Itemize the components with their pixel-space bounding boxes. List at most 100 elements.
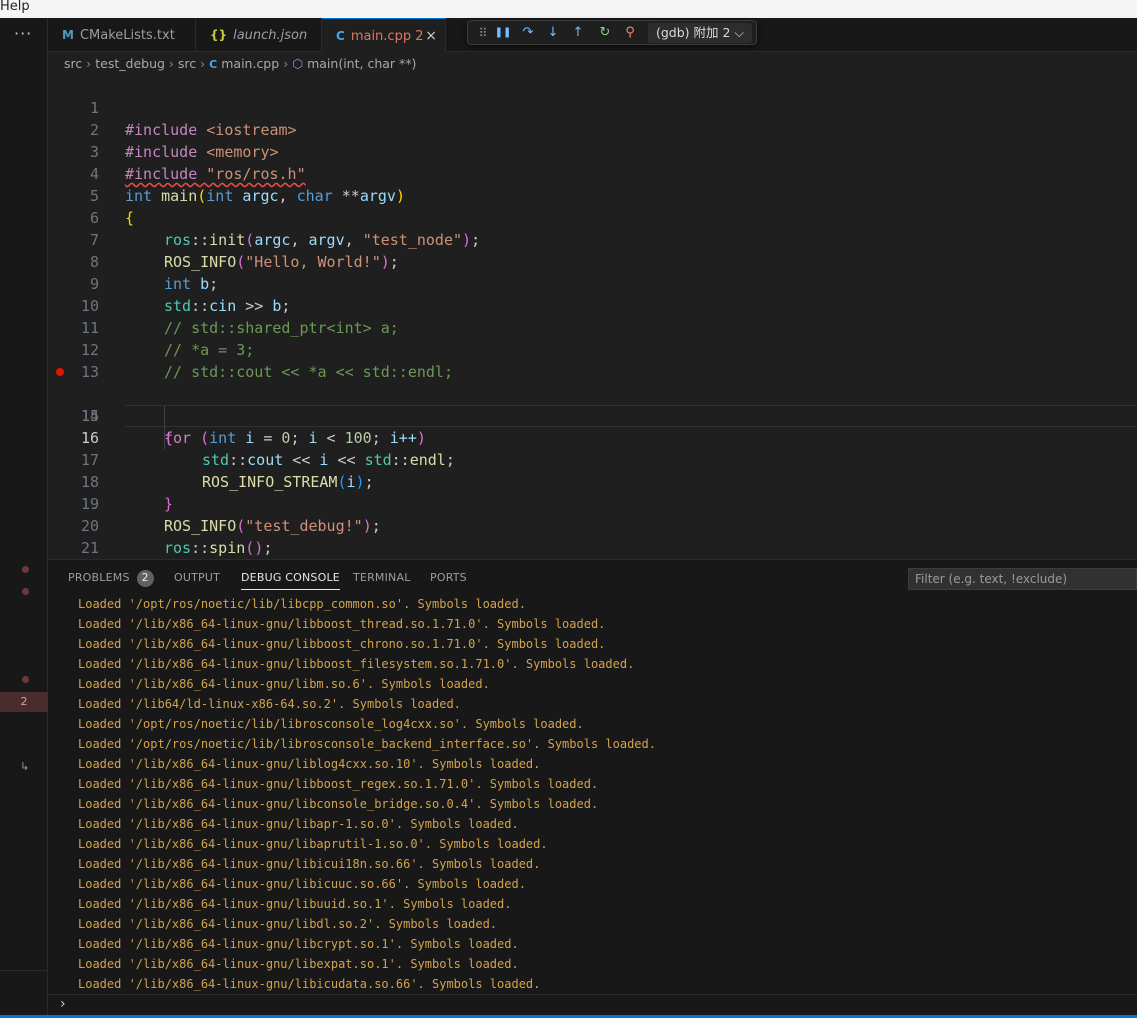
code-line: 14 for (int i = 0; i < 100; i++) <box>48 361 1137 447</box>
console-line: Loaded '/lib/x86_64-linux-gnu/libaprutil… <box>78 837 548 851</box>
console-line: Loaded '/lib/x86_64-linux-gnu/libicudata… <box>78 977 541 991</box>
breadcrumb-file[interactable]: main.cpp <box>221 56 279 71</box>
breakpoint-dot-icon[interactable] <box>56 368 64 376</box>
cmake-file-icon: M <box>62 28 74 42</box>
menu-bar: Help <box>0 0 1137 18</box>
code-line: 21 } <box>48 515 1137 579</box>
code-line: 11 // *a = 3; <box>48 295 1137 359</box>
tab-debug-console[interactable]: DEBUG CONSOLE <box>241 560 340 590</box>
symbol-method-icon: ⬡ <box>292 56 304 71</box>
tab-terminal[interactable]: TERMINAL <box>353 560 411 596</box>
console-line: Loaded '/lib/x86_64-linux-gnu/libicuuc.s… <box>78 877 526 891</box>
tab-ports[interactable]: PORTS <box>430 560 467 596</box>
code-line: 18 } <box>48 449 1137 513</box>
return-arrow-icon: ↳ <box>20 760 30 773</box>
code-line: 7 ROS_INFO("Hello, World!"); <box>48 207 1137 271</box>
chevron-right-icon: › <box>60 996 66 1012</box>
code-line: 16 std::cout << i << std::endl; <box>48 405 1137 469</box>
breadcrumb: src › test_debug › src › C main.cpp › ⬡ main(int… <box>48 53 1137 75</box>
console-line: Loaded '/lib/x86_64-linux-gnu/libexpat.s… <box>78 957 519 971</box>
line-number: 21 <box>80 539 99 557</box>
code-line: 20 ros::spin(); <box>48 493 1137 557</box>
debug-console-input[interactable]: › <box>48 994 1137 1016</box>
console-line: Loaded '/lib/x86_64-linux-gnu/liblog4cxx… <box>78 757 541 771</box>
token: :: <box>191 539 210 557</box>
sidebar-divider <box>0 970 48 971</box>
debug-toolbar: ⠿ ❚❚ ↷ ↓ ↑ ↻ ⚲ (gdb) 附加 2 ⌵ <box>467 20 757 45</box>
tab-problems[interactable]: PROBLEMS 2 <box>68 560 154 596</box>
tab-label: main.cpp 2 <box>350 29 424 44</box>
more-actions-icon[interactable]: ··· <box>14 24 32 43</box>
token: ) <box>254 539 264 557</box>
code-line: 5 { <box>48 163 1137 227</box>
code-line: 3 #include "ros/ros.h" <box>48 119 1137 183</box>
token: ; <box>263 539 273 557</box>
tab-launch-json[interactable]: {} launch.json <box>196 18 322 52</box>
code-editor[interactable]: 1 #include <iostream> 2 #include <memory… <box>48 75 1137 579</box>
code-line: 19 ROS_INFO("test_debug!"); <box>48 471 1137 535</box>
drag-handle-icon[interactable]: ⠿ <box>474 24 492 42</box>
console-line: Loaded '/lib/x86_64-linux-gnu/libboost_c… <box>78 637 606 651</box>
bottom-panel: PROBLEMS 2 OUTPUT DEBUG CONSOLE TERMINAL … <box>48 559 1137 1016</box>
console-line: Loaded '/lib/x86_64-linux-gnu/libdl.so.2… <box>78 917 498 931</box>
console-line: Loaded '/lib/x86_64-linux-gnu/libboost_f… <box>78 657 635 671</box>
tab-label: PROBLEMS <box>68 571 130 584</box>
code-line: 9 std::cin >> b; <box>48 251 1137 315</box>
tab-label: CMakeLists.txt <box>79 28 175 43</box>
json-file-icon: {} <box>210 28 228 42</box>
console-line: Loaded '/lib64/ld-linux-x86-64.so.2'. Sy… <box>78 697 461 711</box>
debug-config-select[interactable]: (gdb) 附加 2 ⌵ <box>648 23 752 43</box>
breadcrumb-symbol[interactable]: main(int, char **) <box>307 56 416 71</box>
breadcrumb-item[interactable]: src <box>178 56 196 71</box>
token: ( <box>245 539 255 557</box>
console-filter-input[interactable]: Filter (e.g. text, !exclude) <box>908 568 1137 590</box>
code-line: 10 // std::shared_ptr<int> a; <box>48 273 1137 337</box>
chevron-right-icon: › <box>168 56 174 71</box>
code-line: 12 // std::cout << *a << std::endl; <box>48 317 1137 381</box>
console-line: Loaded '/opt/ros/noetic/lib/librosconsol… <box>78 717 584 731</box>
cpp-file-icon: C <box>209 58 218 71</box>
close-icon[interactable]: × <box>425 19 437 53</box>
chevron-right-icon: › <box>200 56 206 71</box>
tab-label: launch.json <box>233 28 308 43</box>
console-line: Loaded '/lib/x86_64-linux-gnu/libconsole… <box>78 797 599 811</box>
pause-icon[interactable]: ❚❚ <box>494 24 512 42</box>
console-line: Loaded '/lib/x86_64-linux-gnu/libboost_r… <box>78 777 599 791</box>
problems-count-badge: 2 <box>136 570 154 587</box>
restart-icon[interactable]: ↻ <box>596 24 614 42</box>
left-sidebar: ··· 2 ↳ <box>0 18 48 1018</box>
debug-console-output: Loaded '/opt/ros/noetic/lib/libcpp_commo… <box>78 594 656 994</box>
code-line: 1 #include <iostream> <box>48 75 1137 139</box>
token: spin <box>209 539 246 557</box>
code-line: 8 int b; <box>48 229 1137 293</box>
tab-cmakelists[interactable]: M CMakeLists.txt <box>48 18 196 52</box>
console-line: Loaded '/opt/ros/noetic/lib/librosconsol… <box>78 737 656 751</box>
panel-tabs: PROBLEMS 2 OUTPUT DEBUG CONSOLE TERMINAL … <box>48 560 1137 596</box>
console-line: Loaded '/lib/x86_64-linux-gnu/libicui18n… <box>78 857 541 871</box>
line-code: ros::spin(); <box>164 537 272 559</box>
code-line: 4 int main(int argc, char **argv) <box>48 141 1137 205</box>
code-line: 6 ros::init(argc, argv, "test_node"); <box>48 185 1137 249</box>
error-count-badge: 2 <box>0 692 48 712</box>
cpp-file-icon: C <box>336 29 345 43</box>
breakpoint-marker-icon <box>22 566 29 573</box>
menu-help[interactable]: Help <box>0 0 30 14</box>
tab-output[interactable]: OUTPUT <box>174 560 220 596</box>
step-out-icon[interactable]: ↑ <box>569 24 587 42</box>
breakpoint-marker-icon <box>22 676 29 683</box>
console-line: Loaded '/lib/x86_64-linux-gnu/libapr-1.s… <box>78 817 519 831</box>
breakpoint-marker-icon <box>22 588 29 595</box>
disconnect-icon[interactable]: ⚲ <box>621 24 639 42</box>
console-line: Loaded '/lib/x86_64-linux-gnu/libuuid.so… <box>78 897 512 911</box>
breadcrumb-item[interactable]: src <box>64 56 82 71</box>
code-line: 17 ROS_INFO_STREAM(i); <box>48 427 1137 491</box>
console-line: Loaded '/lib/x86_64-linux-gnu/libcrypt.s… <box>78 937 519 951</box>
chevron-right-icon: › <box>86 56 92 71</box>
step-over-icon[interactable]: ↷ <box>519 24 537 42</box>
step-into-icon[interactable]: ↓ <box>544 24 562 42</box>
breadcrumb-item[interactable]: test_debug <box>95 56 165 71</box>
code-line: 2 #include <memory> <box>48 97 1137 161</box>
tab-main-cpp[interactable]: Cmain.cpp 2 × <box>322 18 446 52</box>
console-line: Loaded '/lib/x86_64-linux-gnu/libboost_t… <box>78 617 606 631</box>
chevron-right-icon: › <box>283 56 289 71</box>
